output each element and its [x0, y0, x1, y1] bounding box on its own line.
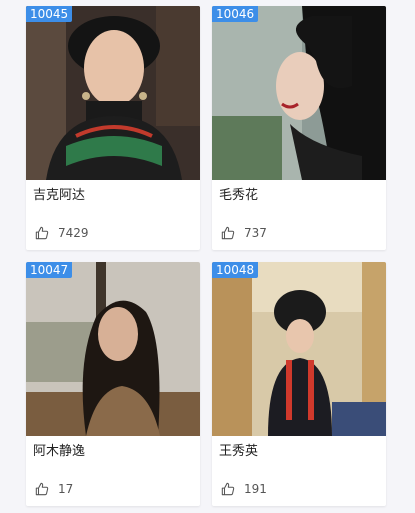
like-button[interactable]: 737	[221, 225, 267, 241]
thumbs-up-icon	[221, 226, 235, 240]
contestant-name: 阿木静逸	[33, 444, 86, 459]
contestant-card[interactable]: 10047 阿木静逸 17	[26, 262, 200, 506]
contestant-photo[interactable]: 10047	[26, 262, 200, 436]
like-count: 737	[244, 226, 267, 240]
contestant-id-badge: 10046	[212, 6, 259, 22]
thumbs-up-icon	[221, 482, 235, 496]
contestant-id-badge: 10048	[212, 262, 259, 278]
like-count: 191	[244, 482, 267, 496]
contestant-card[interactable]: 10045 吉克阿达 7429	[26, 6, 200, 250]
contestant-card[interactable]: 10046 毛秀花 737	[212, 6, 386, 250]
contestant-photo[interactable]: 10046	[212, 6, 386, 180]
like-button[interactable]: 7429	[35, 225, 89, 241]
contestant-id-badge: 10045	[26, 6, 73, 22]
contestant-card[interactable]: 10048 王秀英 191	[212, 262, 386, 506]
like-button[interactable]: 191	[221, 481, 267, 497]
contestant-photo[interactable]: 10045	[26, 6, 200, 180]
contestant-id-badge: 10047	[26, 262, 73, 278]
contestant-name: 吉克阿达	[33, 188, 86, 203]
contestant-name: 王秀英	[219, 444, 259, 459]
like-button[interactable]: 17	[35, 481, 73, 497]
contestant-photo[interactable]: 10048	[212, 262, 386, 436]
contestant-name: 毛秀花	[219, 188, 259, 203]
like-count: 17	[58, 482, 74, 496]
thumbs-up-icon	[35, 226, 49, 240]
like-count: 7429	[58, 226, 89, 240]
thumbs-up-icon	[35, 482, 49, 496]
